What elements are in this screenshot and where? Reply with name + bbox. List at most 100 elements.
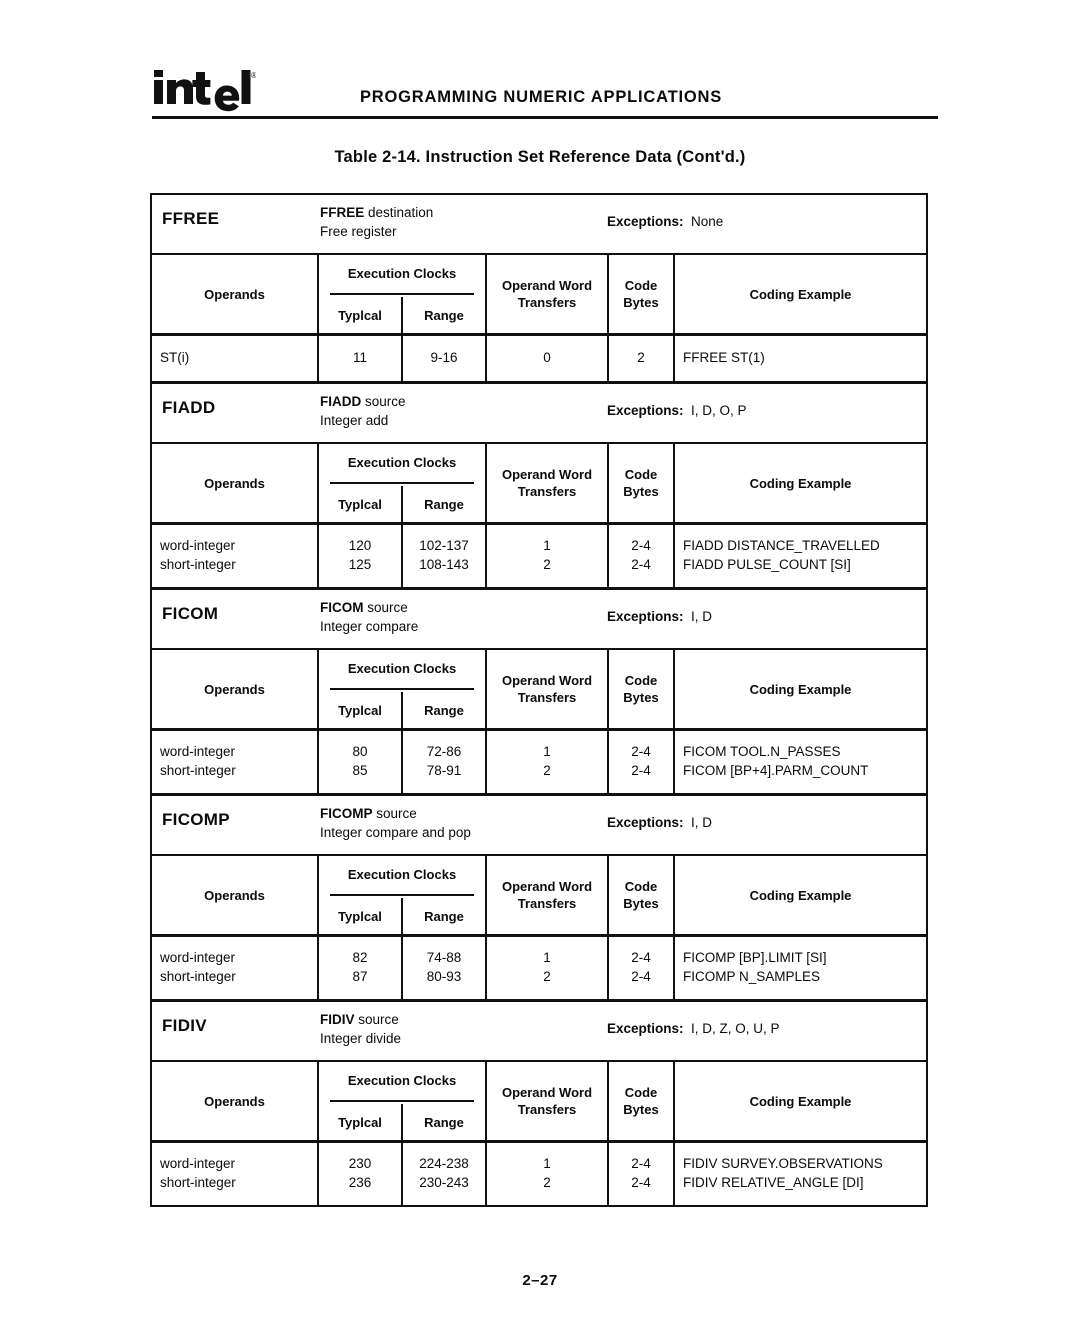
header-typical: Typlcal bbox=[319, 486, 401, 522]
header-execution-clocks: Execution Clocks bbox=[319, 650, 485, 686]
header-code-label: Code bbox=[624, 278, 658, 293]
header-coding-example: Coding Example bbox=[675, 856, 926, 934]
instruction-description: Integer add bbox=[320, 413, 389, 428]
header-execution-clocks-label: Execution Clocks bbox=[347, 454, 457, 470]
table-row-cell: FICOMP [BP].LIMIT [SI] bbox=[683, 950, 827, 965]
header-operands-label: Operands bbox=[204, 286, 265, 302]
instruction-mnemonic: FICOMP bbox=[162, 810, 230, 829]
cell-transfers-column: 12 bbox=[487, 525, 607, 574]
table-row-cell: 2-4 bbox=[631, 1156, 651, 1171]
table-row-cell: FIADD PULSE_COUNT [SI] bbox=[683, 557, 851, 572]
header-coding-example-label: Coding Example bbox=[749, 1093, 852, 1109]
header-range: Range bbox=[403, 692, 485, 728]
header-operand-word-label: Operand Word bbox=[501, 278, 593, 293]
instruction-description-row: FICOM FICOM source Integer compare Exceptio… bbox=[152, 590, 926, 650]
page-header: ® PROGRAMMING NUMERIC APPLICATIONS bbox=[0, 0, 1080, 128]
header-typical-label: Typlcal bbox=[338, 307, 382, 323]
table-row-cell: 108-143 bbox=[419, 557, 469, 572]
table-row-cell: 2-4 bbox=[631, 538, 651, 553]
header-execution-clocks: Execution Clocks bbox=[319, 1062, 485, 1098]
header-range: Range bbox=[403, 1104, 485, 1140]
cell-typical-column: 120 125 bbox=[319, 525, 401, 574]
table-row-cell: word-integer bbox=[160, 1156, 236, 1171]
header-operand-word-transfers: Operand Word Transfers bbox=[487, 650, 607, 728]
table-row-cell: 2-4 bbox=[631, 969, 651, 984]
table-row-cell: 102-137 bbox=[419, 538, 469, 553]
table-row-cell: 1 bbox=[543, 1156, 551, 1171]
table-row-cell: 11 bbox=[352, 350, 367, 365]
syntax-mnemonic: FICOM bbox=[320, 600, 364, 615]
cell-range-column: 74-88 80-93 bbox=[403, 937, 485, 986]
instruction-data-rows: word-integer short-integer 82 87 74-88 80-93 1… bbox=[152, 937, 926, 999]
header-coding-example: Coding Example bbox=[675, 650, 926, 728]
exceptions-value: I, D, Z, O, U, P bbox=[691, 1021, 780, 1036]
table-row-cell: FICOM [BP+4].PARM_COUNT bbox=[683, 763, 869, 778]
header-typical-label: Typlcal bbox=[338, 1114, 382, 1130]
instruction-syntax: FICOM source Integer compare bbox=[320, 598, 418, 636]
cell-range-column: 72-86 78-91 bbox=[403, 731, 485, 780]
table-row-cell: 125 bbox=[348, 557, 372, 572]
header-operand-word-label: Operand Word bbox=[501, 467, 593, 482]
exceptions-label: Exceptions: bbox=[607, 1021, 684, 1036]
header-operands: Operands bbox=[152, 856, 317, 934]
cell-operands-column: word-integer short-integer bbox=[152, 1143, 317, 1192]
table-row-cell: word-integer bbox=[160, 744, 236, 759]
header-execution-clocks-rule bbox=[330, 293, 474, 295]
header-coding-example-label: Coding Example bbox=[749, 475, 852, 491]
column-header-row: Operands Execution Clocks Typlcal Range Oper… bbox=[152, 1062, 926, 1143]
syntax-operand: source bbox=[354, 1012, 399, 1027]
cell-coding-example-column: FFREE ST(1) bbox=[675, 336, 935, 367]
instruction-data-rows: word-integer short-integer 230 236 224-238 23… bbox=[152, 1143, 926, 1205]
header-bytes-label: Bytes bbox=[623, 690, 659, 705]
header-range: Range bbox=[403, 898, 485, 934]
header-code-label: Code bbox=[624, 1085, 658, 1100]
table-row-cell: 2-4 bbox=[631, 763, 651, 778]
header-coding-example: Coding Example bbox=[675, 444, 926, 522]
cell-transfers-column: 12 bbox=[487, 731, 607, 780]
table-row-cell: 230-243 bbox=[419, 1175, 469, 1190]
cell-range-column: 224-238 230-243 bbox=[403, 1143, 485, 1192]
table-row-cell: 2-4 bbox=[631, 557, 651, 572]
cell-operands-column: word-integer short-integer bbox=[152, 731, 317, 780]
table-row-cell: 2 bbox=[543, 1175, 551, 1190]
exceptions-value: I, D bbox=[691, 815, 713, 830]
table-row-cell: ST(i) bbox=[160, 350, 190, 365]
syntax-mnemonic: FIDIV bbox=[320, 1012, 355, 1027]
header-typical-label: Typlcal bbox=[338, 702, 382, 718]
instruction-mnemonic: FIADD bbox=[162, 398, 216, 417]
header-execution-clocks-label: Execution Clocks bbox=[347, 1072, 457, 1088]
header-transfers-label: Transfers bbox=[517, 1102, 577, 1117]
exceptions: Exceptions: I, D, O, P bbox=[607, 403, 747, 418]
table-row-cell: 2 bbox=[543, 763, 551, 778]
cell-code-bytes-column: 2-4 2-4 bbox=[609, 1143, 673, 1192]
header-execution-clocks: Execution Clocks bbox=[319, 856, 485, 892]
header-execution-clocks-rule bbox=[330, 688, 474, 690]
instruction-description: Integer compare bbox=[320, 619, 419, 634]
table-row-cell: FICOM TOOL.N_PASSES bbox=[683, 744, 841, 759]
header-operands-label: Operands bbox=[204, 681, 265, 697]
table-row-cell: FIADD DISTANCE_TRAVELLED bbox=[683, 538, 880, 553]
cell-coding-example-column: FICOM TOOL.N_PASSES FICOM [BP+4].PARM_COU… bbox=[675, 731, 935, 780]
instruction-description: Free register bbox=[320, 224, 397, 239]
header-range: Range bbox=[403, 486, 485, 522]
instruction-mnemonic: FICOM bbox=[162, 604, 219, 623]
table-row-cell: 1 bbox=[543, 950, 551, 965]
cell-transfers-column: 12 bbox=[487, 937, 607, 986]
instruction-syntax: FIADD source Integer add bbox=[320, 392, 406, 430]
cell-typical-column: 82 87 bbox=[319, 937, 401, 986]
table-row-cell: 1 bbox=[543, 538, 551, 553]
exceptions-label: Exceptions: bbox=[607, 214, 684, 229]
header-operand-word-transfers: Operand Word Transfers bbox=[487, 255, 607, 333]
column-header-row: Operands Execution Clocks Typlcal Range Oper… bbox=[152, 856, 926, 937]
header-operand-word-label: Operand Word bbox=[501, 673, 593, 688]
header-range-label: Range bbox=[424, 1114, 464, 1130]
header-transfers-label: Transfers bbox=[517, 295, 577, 310]
column-header-row: Operands Execution Clocks Typlcal Range Oper… bbox=[152, 444, 926, 525]
header-typical-label: Typlcal bbox=[338, 908, 382, 924]
table-row-cell: 230 bbox=[348, 1156, 372, 1171]
header-transfers-label: Transfers bbox=[517, 896, 577, 911]
table-row-cell: short-integer bbox=[160, 557, 236, 572]
exceptions-value: None bbox=[691, 214, 724, 229]
table-row-cell: FFREE ST(1) bbox=[683, 350, 765, 365]
table-row-cell: word-integer bbox=[160, 950, 236, 965]
